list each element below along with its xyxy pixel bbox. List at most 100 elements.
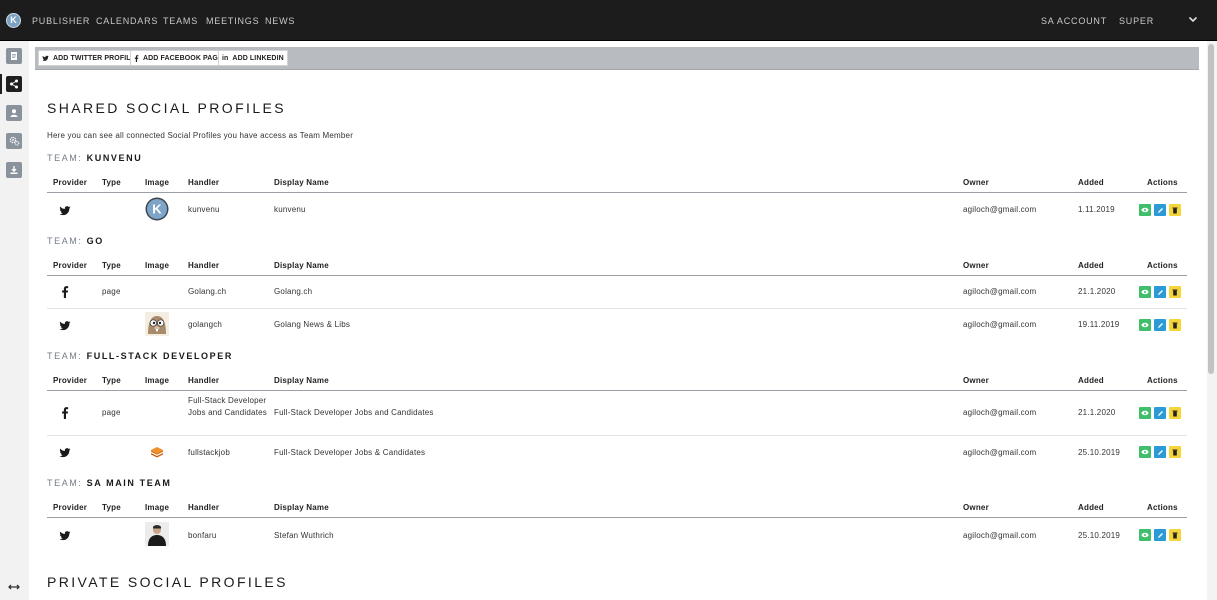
col-image: Image	[145, 376, 170, 385]
team-label: TEAM:	[47, 351, 83, 361]
team-label: TEAM:	[47, 478, 83, 488]
gopher-avatar	[145, 312, 169, 336]
add-facebook-page-button[interactable]: ADD FACEBOOK PAGE	[130, 50, 227, 66]
delete-button[interactable]	[1169, 529, 1181, 541]
eye-icon	[1141, 410, 1149, 416]
row-added: 21.1.2020	[1078, 408, 1116, 417]
edit-button[interactable]	[1154, 204, 1166, 216]
col-actions: Actions	[1147, 261, 1178, 270]
chevron-down-icon[interactable]	[1188, 14, 1198, 24]
nav-publisher[interactable]: PUBLISHER	[32, 16, 90, 26]
eye-icon	[1141, 449, 1149, 455]
nav-meetings[interactable]: MEETINGS	[206, 16, 259, 26]
row-display-name: kunvenu	[274, 205, 306, 214]
twitter-icon	[59, 321, 71, 331]
col-handler: Handler	[188, 178, 220, 187]
app-logo[interactable]: K	[6, 13, 21, 28]
team-name: KUNVENU	[86, 153, 143, 163]
row-divider	[47, 435, 1187, 436]
view-button[interactable]	[1139, 204, 1151, 216]
user-icon[interactable]	[6, 105, 22, 121]
col-provider: Provider	[53, 178, 88, 187]
row-added: 25.10.2019	[1078, 531, 1121, 540]
row-handler: Golang.ch	[188, 287, 227, 296]
view-button[interactable]	[1139, 319, 1151, 331]
edit-button[interactable]	[1154, 529, 1166, 541]
row-display-name: Stefan Wuthrich	[274, 531, 334, 540]
row-added: 1.11.2019	[1078, 205, 1115, 214]
delete-button[interactable]	[1169, 446, 1181, 458]
document-icon[interactable]	[6, 48, 22, 64]
view-button[interactable]	[1139, 407, 1151, 419]
row-handler: fullstackjob	[188, 448, 230, 457]
add-profile-toolbar: ADD TWITTER PROFILE ADD FACEBOOK PAGE in…	[35, 47, 1199, 70]
col-image: Image	[145, 503, 170, 512]
view-button[interactable]	[1139, 446, 1151, 458]
nav-user-menu[interactable]: SUPER	[1119, 16, 1154, 26]
delete-button[interactable]	[1169, 204, 1181, 216]
pencil-icon	[1157, 410, 1163, 416]
nav-teams[interactable]: TEAMS	[163, 16, 198, 26]
col-handler: Handler	[188, 261, 220, 270]
col-added: Added	[1078, 503, 1104, 512]
col-display-name: Display Name	[274, 178, 329, 187]
delete-button[interactable]	[1169, 286, 1181, 298]
download-icon[interactable]	[6, 162, 22, 178]
trash-icon	[1172, 410, 1178, 416]
row-owner: agiloch@gmail.com	[963, 205, 1037, 214]
row-owner: agiloch@gmail.com	[963, 408, 1037, 417]
add-linkedin-button[interactable]: in ADD LINKEDIN	[218, 50, 288, 66]
row-divider	[47, 308, 1187, 309]
team-heading: TEAM: GO	[47, 236, 104, 246]
col-provider: Provider	[53, 376, 88, 385]
header-divider	[47, 275, 1187, 276]
add-twitter-profile-button[interactable]: ADD TWITTER PROFILE	[38, 50, 140, 66]
edit-button[interactable]	[1154, 286, 1166, 298]
col-owner: Owner	[963, 261, 989, 270]
header-divider	[47, 517, 1187, 518]
share-icon[interactable]	[6, 76, 22, 92]
facebook-icon	[62, 286, 69, 298]
kunvenu-logo-avatar: K	[145, 197, 169, 221]
eye-icon	[1141, 532, 1149, 538]
twitter-icon	[59, 531, 71, 541]
edit-button[interactable]	[1154, 407, 1166, 419]
row-handler: Full-Stack Developer Jobs and Candidates	[188, 396, 267, 417]
nav-calendars[interactable]: CALENDARS	[96, 16, 158, 26]
col-handler: Handler	[188, 376, 220, 385]
pencil-icon	[1157, 322, 1163, 328]
view-button[interactable]	[1139, 286, 1151, 298]
col-handler: Handler	[188, 503, 220, 512]
delete-button[interactable]	[1169, 407, 1181, 419]
stack-logo-avatar	[151, 447, 163, 458]
eye-icon	[1141, 289, 1149, 295]
pencil-icon	[1157, 207, 1163, 213]
row-type: page	[102, 287, 121, 296]
row-owner: agiloch@gmail.com	[963, 531, 1037, 540]
col-image: Image	[145, 261, 170, 270]
scrollbar-thumb[interactable]	[1208, 44, 1214, 374]
col-added: Added	[1078, 261, 1104, 270]
delete-button[interactable]	[1169, 319, 1181, 331]
eye-icon	[1141, 322, 1149, 328]
add-facebook-page-label: ADD FACEBOOK PAGE	[143, 54, 223, 62]
nav-account[interactable]: SA ACCOUNT	[1041, 16, 1107, 26]
row-display-name: Golang.ch	[274, 287, 313, 296]
twitter-icon	[59, 448, 71, 458]
col-added: Added	[1078, 376, 1104, 385]
edit-button[interactable]	[1154, 319, 1166, 331]
settings-gears-icon[interactable]	[6, 133, 22, 149]
expand-arrows-icon[interactable]	[7, 582, 21, 592]
twitter-icon	[42, 55, 49, 61]
row-added: 21.1.2020	[1078, 287, 1116, 296]
row-handler: golangch	[188, 320, 223, 329]
edit-button[interactable]	[1154, 446, 1166, 458]
nav-news[interactable]: NEWS	[265, 16, 295, 26]
view-button[interactable]	[1139, 529, 1151, 541]
team-name: GO	[86, 236, 104, 246]
twitter-icon	[59, 206, 71, 216]
col-type: Type	[102, 376, 121, 385]
trash-icon	[1172, 449, 1178, 455]
col-owner: Owner	[963, 178, 989, 187]
trash-icon	[1172, 207, 1178, 213]
